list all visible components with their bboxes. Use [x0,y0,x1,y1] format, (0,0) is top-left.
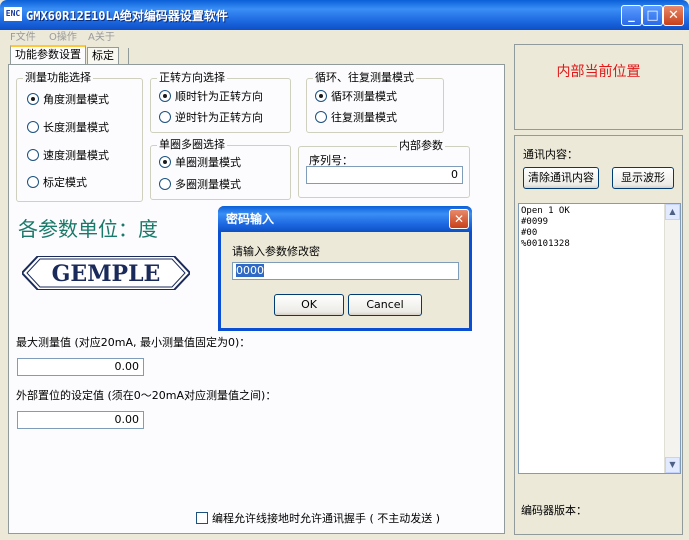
scroll-down-icon[interactable]: ▼ [665,457,680,473]
comm-panel: 通讯内容： 清除通讯内容 显示波形 Open 1 OK #0099 #00 %0… [514,135,683,535]
max-measure-label: 最大测量值 (对应20mA, 最小测量值固定为0)： [16,336,251,349]
external-preset-label: 外部置位的设定值 (须在0～20mA对应测量值之间)： [16,389,277,402]
dialog-close-button[interactable]: ✕ [449,209,469,229]
menu-about[interactable]: A关于 [88,30,115,46]
turns-mode-legend: 单圈多圈选择 [157,138,227,152]
show-wave-button[interactable]: 显示波形 [612,167,674,189]
clear-comm-button[interactable]: 清除通讯内容 [523,167,599,189]
password-dialog: 密码输入 ✕ 请输入参数修改密 0000 OK Cancel [218,206,472,331]
radio-icon [315,90,327,102]
radio-icon [27,93,39,105]
direction-group: 正转方向选择 顺时针为正转方向 逆时针为正转方向 [150,71,291,133]
measure-option-calibration[interactable]: 标定模式 [27,175,87,191]
measure-option-angle[interactable]: 角度测量模式 [27,92,109,108]
handshake-checkbox[interactable]: 编程允许线接地时允许通讯握手 ( 不主动发送 ) [196,510,440,526]
measure-mode-legend: 测量功能选择 [23,71,93,85]
log-line: #0099 [521,217,549,227]
dialog-title: 密码输入 [226,212,275,226]
cycle-option-reciprocal[interactable]: 往复测量模式 [315,110,397,126]
minimize-button[interactable]: _ [621,5,642,26]
encoder-version-label: 编码器版本： [521,504,587,517]
dialog-prompt: 请输入参数修改密 [232,245,320,258]
log-line: #00 [521,228,538,238]
password-input[interactable]: 0000 [232,262,459,280]
position-panel: 内部当前位置 [514,44,683,130]
position-title: 内部当前位置 [556,64,641,80]
radio-icon [159,90,171,102]
units-label: 各参数单位：度 [18,217,158,241]
serial-number-field[interactable]: 0 [306,166,463,184]
log-line: Open 1 OK [521,206,570,216]
scroll-up-icon[interactable]: ▲ [665,204,680,220]
comm-log[interactable]: Open 1 OK #0099 #00 %00101328 ▲ ▼ [518,203,681,474]
radio-icon [159,111,171,123]
direction-legend: 正转方向选择 [157,71,227,85]
checkbox-icon [196,512,208,524]
gemple-logo: GEMPLE [22,256,190,290]
radio-icon [27,176,39,188]
radio-icon [27,149,39,161]
measure-option-length[interactable]: 长度测量模式 [27,120,109,136]
window-title: GMX60R12E10LA绝对编码器设置软件 [26,9,228,23]
turns-option-multi[interactable]: 多圈测量模式 [159,177,241,193]
radio-icon [159,178,171,190]
tab-calibration[interactable]: 标定 [87,47,119,65]
radio-icon [159,156,171,168]
cycle-mode-legend: 循环、往复测量模式 [313,71,416,85]
cycle-mode-group: 循环、往复测量模式 循环测量模式 往复测量模式 [306,71,444,133]
direction-option-ccw[interactable]: 逆时针为正转方向 [159,110,263,126]
turns-mode-group: 单圈多圈选择 单圈测量模式 多圈测量模式 [150,138,291,200]
password-input-value: 0000 [236,264,264,277]
internal-params-legend: 内部参数 [397,139,445,153]
radio-icon [315,111,327,123]
menu-operate[interactable]: O操作 [49,30,77,46]
dialog-cancel-button[interactable]: Cancel [348,294,422,316]
direction-option-cw[interactable]: 顺时针为正转方向 [159,89,263,105]
title-bar: ENC GMX60R12E10LA绝对编码器设置软件 _ □ ✕ [0,0,689,30]
measure-mode-group: 测量功能选择 角度测量模式 长度测量模式 速度测量模式 标定模式 [16,71,143,202]
cycle-option-loop[interactable]: 循环测量模式 [315,89,397,105]
dialog-title-bar: 密码输入 ✕ [218,206,472,232]
close-button[interactable]: ✕ [663,5,684,26]
max-measure-field[interactable]: 0.00 [17,358,144,376]
log-scrollbar[interactable]: ▲ ▼ [664,204,680,473]
menu-file[interactable]: F文件 [10,30,36,46]
maximize-button[interactable]: □ [642,5,663,26]
comm-title: 通讯内容： [523,148,578,161]
turns-option-single[interactable]: 单圈测量模式 [159,155,241,171]
external-preset-field[interactable]: 0.00 [17,411,144,429]
radio-icon [27,121,39,133]
measure-option-speed[interactable]: 速度测量模式 [27,148,109,164]
app-icon: ENC [4,7,22,21]
dialog-ok-button[interactable]: OK [274,294,344,316]
log-line: %00101328 [521,239,570,249]
tab-function-params[interactable]: 功能参数设置 [10,45,86,65]
logo-text: GEMPLE [52,261,161,287]
